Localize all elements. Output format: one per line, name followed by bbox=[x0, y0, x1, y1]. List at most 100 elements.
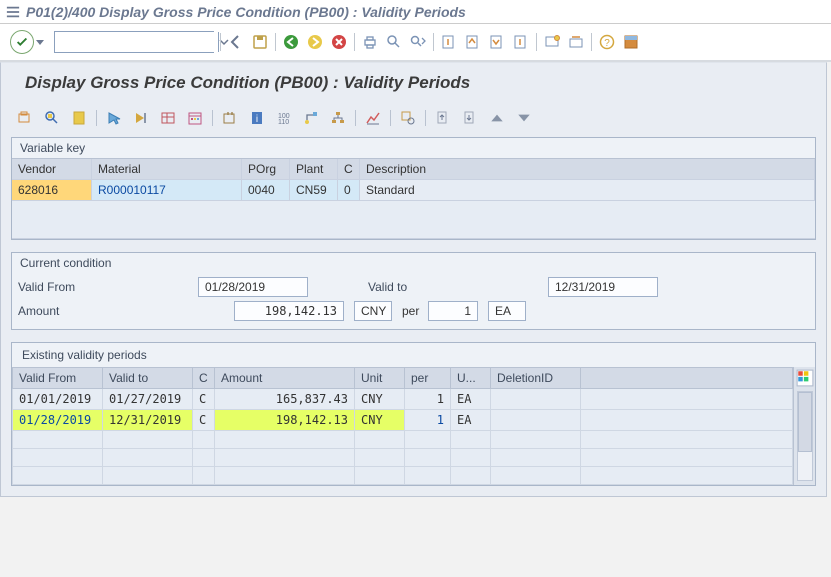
svg-text:110: 110 bbox=[278, 119, 289, 126]
info-icon[interactable]: i bbox=[247, 109, 267, 127]
col-header-per[interactable]: per bbox=[405, 368, 451, 389]
exit-icon[interactable] bbox=[306, 33, 324, 51]
path-icon[interactable] bbox=[301, 109, 321, 127]
page-up-icon[interactable] bbox=[464, 33, 482, 51]
cell-valid-to: 01/27/2019 bbox=[103, 389, 193, 410]
variable-key-row[interactable]: 628016 R000010117 0040 CN59 0 Standard bbox=[12, 180, 815, 201]
cell-u: EA bbox=[451, 410, 491, 431]
enter-button[interactable] bbox=[10, 30, 34, 54]
toolbar-separator bbox=[425, 110, 426, 126]
variable-key-group: Variable key Vendor Material POrg Plant … bbox=[11, 137, 816, 240]
col-header-blank bbox=[581, 368, 793, 389]
cell-del bbox=[491, 389, 581, 410]
configure-icon[interactable] bbox=[398, 109, 418, 127]
toolbar-separator bbox=[433, 33, 434, 51]
table-settings-icon[interactable] bbox=[796, 369, 814, 387]
find-next-icon[interactable] bbox=[409, 33, 427, 51]
scrollbar-thumb[interactable] bbox=[798, 392, 812, 452]
field-valid-to[interactable]: 12/31/2019 bbox=[548, 277, 658, 297]
where-used-icon[interactable] bbox=[220, 109, 240, 127]
current-condition-title: Current condition bbox=[12, 253, 815, 273]
cancel-icon[interactable] bbox=[330, 33, 348, 51]
layout-icon[interactable] bbox=[622, 33, 640, 51]
print-preview-icon[interactable] bbox=[15, 109, 35, 127]
field-valid-from[interactable]: 01/28/2019 bbox=[198, 277, 308, 297]
col-header-valid-from[interactable]: Valid From bbox=[13, 368, 103, 389]
cell-per: 1 bbox=[405, 410, 451, 431]
back-green-icon[interactable] bbox=[282, 33, 300, 51]
doc-down-icon[interactable] bbox=[460, 109, 480, 127]
table-row[interactable]: 01/28/2019 12/31/2019 C 198,142.13 CNY 1… bbox=[13, 410, 793, 431]
col-header-c[interactable]: C bbox=[193, 368, 215, 389]
table-view-icon[interactable] bbox=[158, 109, 178, 127]
screen-area: Display Gross Price Condition (PB00) : V… bbox=[0, 62, 827, 497]
binary-icon[interactable]: 100110 bbox=[274, 109, 294, 127]
col-header-valid-to[interactable]: Valid to bbox=[103, 368, 193, 389]
cell-c: 0 bbox=[338, 180, 360, 201]
cell-c: C bbox=[193, 410, 215, 431]
save-icon[interactable] bbox=[251, 33, 269, 51]
label-amount: Amount bbox=[18, 304, 188, 318]
first-page-icon[interactable] bbox=[440, 33, 458, 51]
page-down-icon[interactable] bbox=[488, 33, 506, 51]
next-nav-icon[interactable] bbox=[131, 109, 151, 127]
col-header-u[interactable]: U... bbox=[451, 368, 491, 389]
new-session-icon[interactable] bbox=[543, 33, 561, 51]
toolbar-separator bbox=[220, 33, 221, 51]
command-field[interactable] bbox=[55, 32, 218, 52]
cell-porg: 0040 bbox=[242, 180, 290, 201]
cell-material: R000010117 bbox=[92, 180, 242, 201]
table-row-empty bbox=[13, 467, 793, 485]
collapse-icon[interactable] bbox=[487, 109, 507, 127]
export-icon[interactable] bbox=[69, 109, 89, 127]
col-header-vendor: Vendor bbox=[12, 159, 92, 180]
cell-valid-from: 01/28/2019 bbox=[13, 410, 103, 431]
table-side-toolbar bbox=[793, 367, 815, 485]
expand-icon[interactable] bbox=[514, 109, 534, 127]
toolbar-separator bbox=[212, 110, 213, 126]
vertical-scrollbar[interactable] bbox=[797, 391, 813, 481]
help-icon[interactable]: ? bbox=[598, 33, 616, 51]
last-page-icon[interactable] bbox=[512, 33, 530, 51]
variable-key-header: Vendor Material POrg Plant C Description bbox=[12, 158, 815, 180]
print-icon[interactable] bbox=[361, 33, 379, 51]
table-header-row: Valid From Valid to C Amount Unit per U.… bbox=[13, 368, 793, 389]
back-icon[interactable] bbox=[227, 33, 245, 51]
cell-u: EA bbox=[451, 389, 491, 410]
calendar-icon[interactable] bbox=[185, 109, 205, 127]
toolbar-separator bbox=[390, 110, 391, 126]
svg-text:i: i bbox=[256, 114, 258, 125]
field-per-unit[interactable]: EA bbox=[488, 301, 526, 321]
enter-dropdown[interactable] bbox=[36, 40, 44, 45]
field-per-qty[interactable]: 1 bbox=[428, 301, 478, 321]
screen-title: Display Gross Price Condition (PB00) : V… bbox=[11, 63, 816, 103]
existing-periods-title: Existing validity periods bbox=[12, 343, 815, 367]
select-icon[interactable] bbox=[104, 109, 124, 127]
cell-amount: 198,142.13 bbox=[215, 410, 355, 431]
find-icon[interactable] bbox=[385, 33, 403, 51]
col-header-del[interactable]: DeletionID bbox=[491, 368, 581, 389]
field-amount[interactable]: 198,142.13 bbox=[234, 301, 344, 321]
command-field-wrapper bbox=[54, 31, 214, 53]
col-header-desc: Description bbox=[360, 159, 815, 180]
shortcut-icon[interactable] bbox=[567, 33, 585, 51]
window-titlebar: P01(2)/400 Display Gross Price Condition… bbox=[0, 0, 831, 24]
toolbar-separator bbox=[355, 110, 356, 126]
col-header-amount[interactable]: Amount bbox=[215, 368, 355, 389]
details-icon[interactable] bbox=[42, 109, 62, 127]
toolbar-separator bbox=[275, 33, 276, 51]
chart-icon[interactable] bbox=[363, 109, 383, 127]
menu-icon[interactable] bbox=[6, 5, 20, 19]
cell-plant: CN59 bbox=[290, 180, 338, 201]
doc-up-icon[interactable] bbox=[433, 109, 453, 127]
existing-periods-table: Valid From Valid to C Amount Unit per U.… bbox=[12, 367, 793, 485]
cell-unit: CNY bbox=[355, 410, 405, 431]
table-row-empty bbox=[13, 449, 793, 467]
cell-del bbox=[491, 410, 581, 431]
col-header-unit[interactable]: Unit bbox=[355, 368, 405, 389]
hierarchy-icon[interactable] bbox=[328, 109, 348, 127]
field-currency[interactable]: CNY bbox=[354, 301, 392, 321]
system-toolbar: ? bbox=[0, 24, 831, 62]
table-row[interactable]: 01/01/2019 01/27/2019 C 165,837.43 CNY 1… bbox=[13, 389, 793, 410]
cell-valid-to: 12/31/2019 bbox=[103, 410, 193, 431]
